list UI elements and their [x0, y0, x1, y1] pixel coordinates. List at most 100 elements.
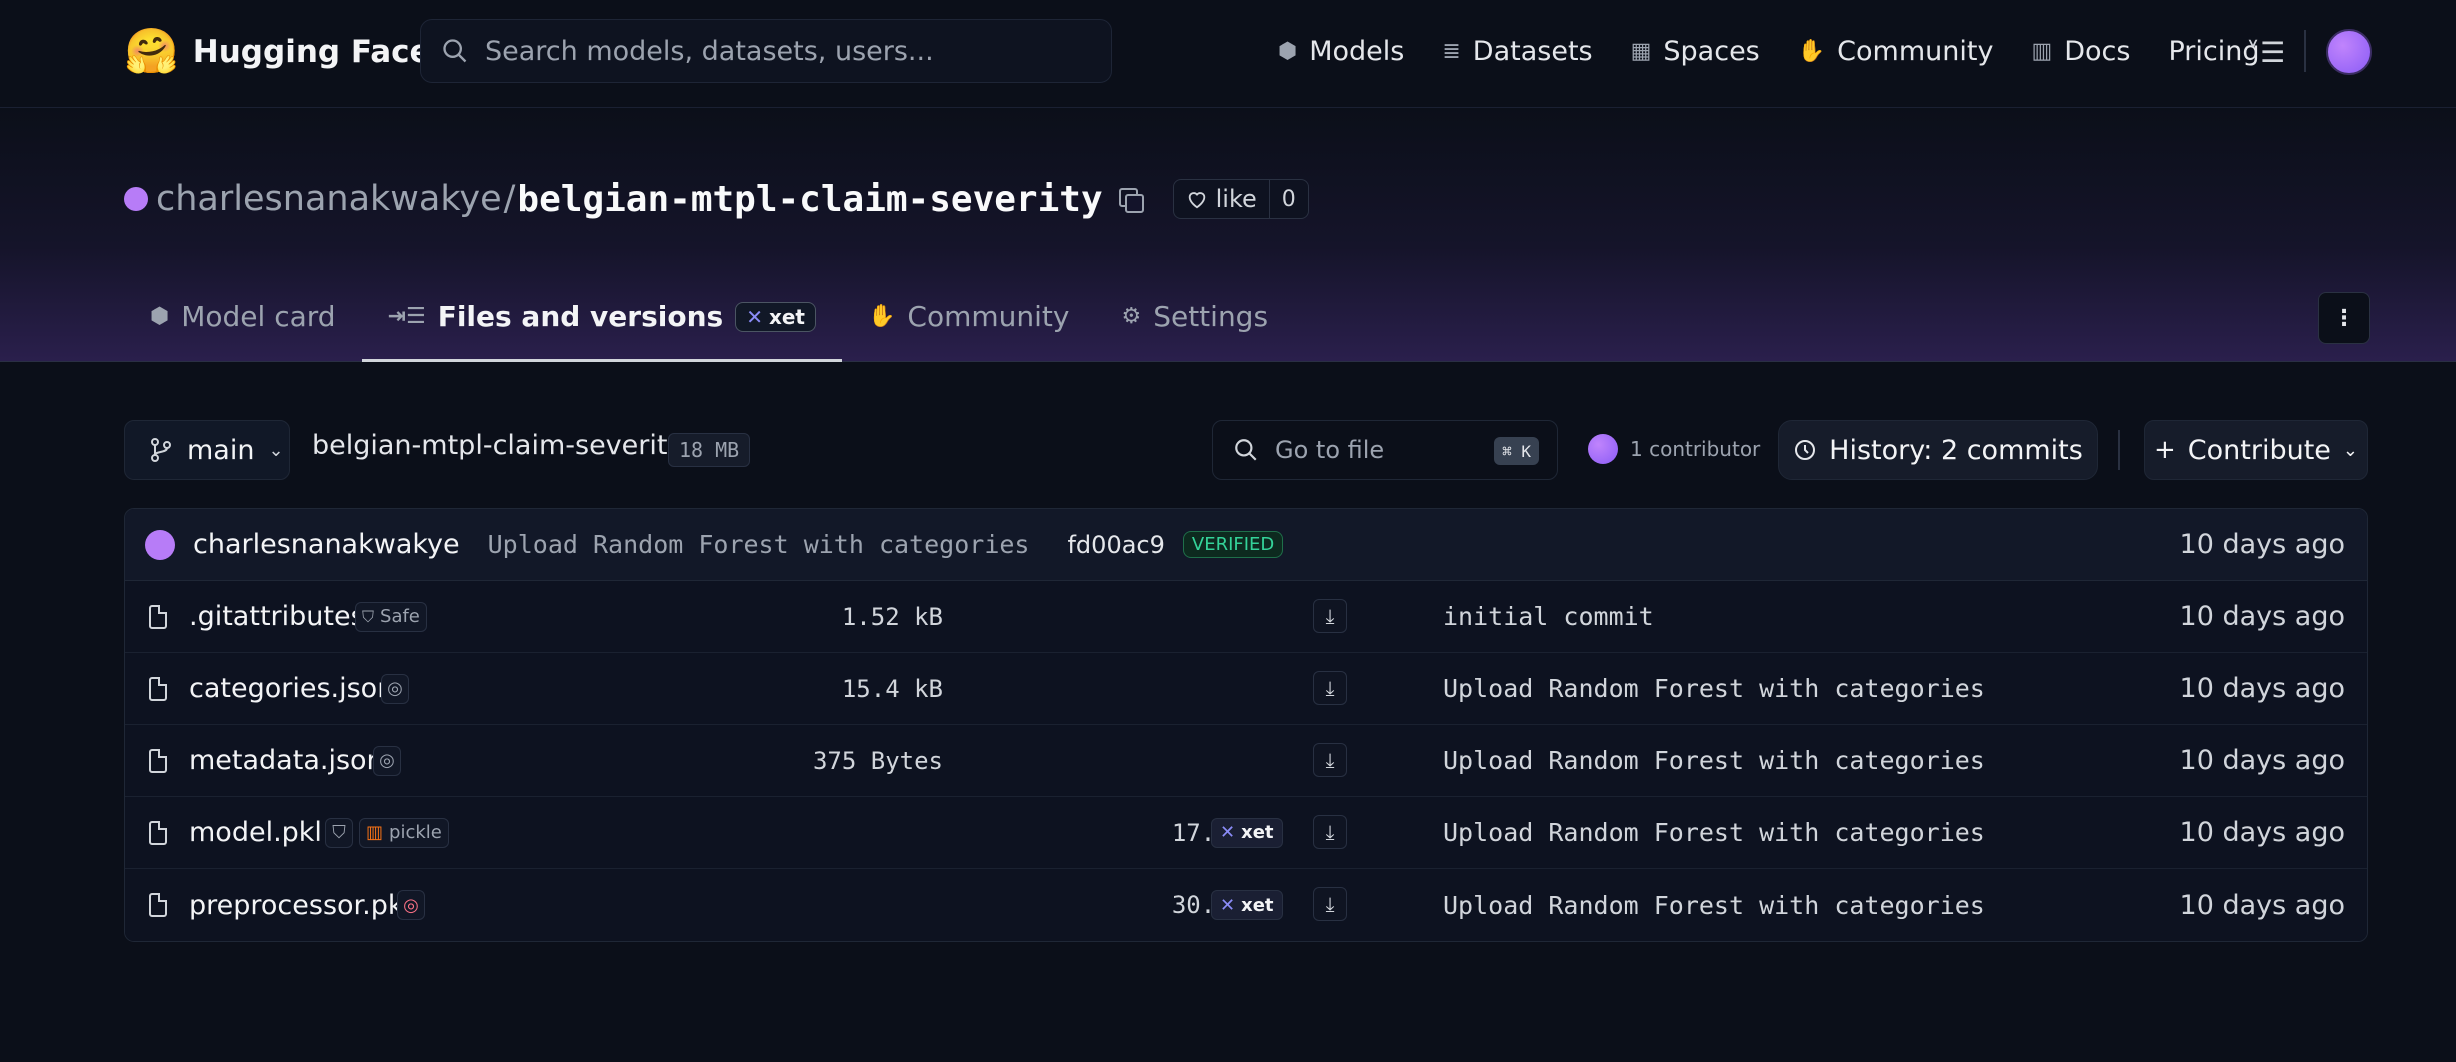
nav-models-label: Models [1309, 35, 1405, 67]
owner-avatar[interactable] [124, 187, 148, 211]
repo-title: charlesnanakwakye / belgian-mtpl-claim-s… [124, 174, 1309, 224]
file-commit-message[interactable]: Upload Random Forest with categories [1443, 746, 1985, 775]
file-row[interactable]: preprocessor.pkl ◎ 30.3 kB ✕xet ⤓ Upload… [125, 869, 2367, 941]
xet-storage-badge: ✕ xet [1211, 890, 1283, 920]
tab-community[interactable]: ✋ Community [842, 292, 1095, 362]
tab-model-card[interactable]: ⬢ Model card [124, 292, 362, 362]
branch-selector[interactable]: main ⌄ [124, 420, 290, 480]
file-commit-message[interactable]: Upload Random Forest with categories [1443, 674, 1985, 703]
nav-links: ⬢ Models ≣ Datasets ▦ Spaces ✋ Community ▥ Do… [1278, 28, 2297, 74]
scan-status-icon[interactable]: ◎ [373, 745, 401, 776]
file-row[interactable]: .gitattributes ⛉ Safe 1.52 kB ⤓ initial c… [125, 581, 2367, 653]
models-icon: ⬢ [1278, 38, 1298, 64]
brand-logo-link[interactable]: 🤗 Hugging Face [124, 26, 431, 78]
xet-label: xet [1241, 894, 1274, 916]
safe-badge[interactable]: ⛉ Safe [355, 601, 427, 632]
xet-icon: ✕ [1220, 822, 1236, 843]
top-navbar: 🤗 Hugging Face ⬢ Models ≣ Datasets ▦ Spaces… [0, 0, 2456, 108]
branch-icon [151, 438, 171, 462]
file-commit-message[interactable]: Upload Random Forest with categories [1443, 818, 1985, 847]
file-name[interactable]: preprocessor.pkl [189, 890, 411, 921]
file-date: 10 days ago [2179, 601, 2345, 632]
file-name[interactable]: model.pkl [189, 817, 322, 848]
pickle-label: pickle [389, 822, 442, 843]
xet-storage-badge: ✕ xet [1211, 817, 1283, 848]
nav-community[interactable]: ✋ Community [1798, 36, 1994, 67]
more-menu-icon[interactable]: ˅☰ [2246, 36, 2285, 69]
tab-model-card-label: Model card [181, 300, 336, 333]
contributors-label: 1 contributor [1630, 437, 1761, 461]
scan-status-icon[interactable]: ◎ [381, 673, 409, 704]
heart-icon [1188, 192, 1205, 209]
download-icon[interactable]: ⤓ [1313, 887, 1347, 921]
contribute-button[interactable]: + Contribute ⌄ [2144, 420, 2368, 480]
download-icon[interactable]: ⤓ [1313, 671, 1347, 705]
shield-icon: ⛉ [362, 606, 375, 626]
verified-badge: VERIFIED [1182, 531, 1284, 558]
file-date: 10 days ago [2179, 673, 2345, 704]
nav-datasets[interactable]: ≣ Datasets [1442, 36, 1592, 67]
nav-models[interactable]: ⬢ Models [1278, 36, 1404, 67]
commit-message[interactable]: Upload Random Forest with categories [488, 530, 1030, 559]
nav-community-label: Community [1837, 35, 1994, 67]
file-row[interactable]: metadata.json ◎ 375 Bytes ⤓ Upload Rando… [125, 725, 2367, 797]
tab-community-label: Community [907, 300, 1070, 333]
download-icon[interactable]: ⤓ [1313, 599, 1347, 633]
file-date: 10 days ago [2179, 817, 2345, 848]
pickle-badge[interactable]: ▥ pickle [359, 817, 449, 848]
commit-hash[interactable]: fd00ac9 [1067, 531, 1164, 559]
brand-name: Hugging Face [192, 34, 431, 70]
file-icon [149, 893, 167, 917]
tab-settings[interactable]: ⚙ Settings [1095, 292, 1294, 362]
file-size: 375 Bytes [812, 746, 943, 775]
like-count[interactable]: 0 [1268, 180, 1308, 218]
pickle-icon: ▥ [366, 822, 384, 843]
shield-icon[interactable]: ⛉ [325, 817, 353, 848]
nav-docs[interactable]: ▥ Docs [2031, 36, 2130, 67]
go-to-file[interactable]: ⌘ K [1212, 420, 1558, 480]
file-commit-message[interactable]: initial commit [1443, 602, 1654, 631]
file-date: 10 days ago [2179, 889, 2345, 921]
file-row[interactable]: categories.json ◎ 15.4 kB ⤓ Upload Rando… [125, 653, 2367, 725]
contributors-link[interactable]: 1 contributor [1588, 434, 1760, 464]
file-name[interactable]: .gitattributes [189, 601, 365, 632]
repo-header: charlesnanakwakye / belgian-mtpl-claim-s… [0, 108, 2456, 362]
last-commit-row: charlesnanakwakye Upload Random Forest w… [125, 509, 2367, 581]
global-search[interactable] [420, 19, 1112, 83]
download-icon[interactable]: ⤓ [1313, 743, 1347, 777]
commit-author-avatar[interactable] [145, 529, 175, 560]
repo-path-separator: / [503, 179, 516, 219]
file-commit-message[interactable]: Upload Random Forest with categories [1443, 891, 1985, 920]
repo-name-link[interactable]: belgian-mtpl-claim-severity [517, 179, 1102, 220]
download-icon[interactable]: ⤓ [1313, 815, 1347, 849]
community-icon: ✋ [1797, 38, 1826, 64]
file-icon [149, 605, 167, 629]
file-size: 15.4 kB [841, 674, 943, 703]
user-avatar[interactable] [2326, 29, 2372, 75]
branch-bar-divider [2118, 430, 2120, 470]
plus-icon: + [2153, 435, 2176, 465]
repo-path[interactable]: belgian-mtpl-claim-severity [312, 430, 683, 461]
docs-icon: ▥ [2031, 38, 2053, 64]
search-icon [1235, 439, 1257, 461]
tab-settings-label: Settings [1153, 300, 1269, 333]
file-name[interactable]: metadata.json [189, 745, 384, 776]
community-icon: ✋ [868, 304, 896, 329]
commit-author[interactable]: charlesnanakwakye [193, 529, 460, 560]
repo-owner-link[interactable]: charlesnanakwakye [156, 179, 502, 219]
file-row[interactable]: model.pkl ⛉ ▥pickle 17.9 MB ✕xet ⤓ Uploa… [125, 797, 2367, 869]
copy-icon[interactable] [1117, 186, 1144, 213]
like-button[interactable]: like 0 [1172, 179, 1309, 219]
more-options-icon[interactable]: ⋮ [2318, 292, 2370, 344]
scan-status-icon[interactable]: ◎ [397, 890, 425, 920]
go-to-file-input[interactable] [1275, 436, 1475, 464]
repo-size-badge: 18 MB [668, 433, 751, 467]
file-table: charlesnanakwakye Upload Random Forest w… [124, 508, 2368, 942]
history-label: History: 2 commits [1829, 434, 2083, 466]
search-input[interactable] [485, 35, 1085, 67]
tab-files-and-versions[interactable]: ⇥☰ Files and versions ✕ xet [361, 292, 842, 362]
nav-spaces[interactable]: ▦ Spaces [1631, 36, 1760, 67]
file-name[interactable]: categories.json [189, 673, 394, 704]
file-icon [149, 677, 167, 701]
history-button[interactable]: History: 2 commits [1778, 420, 2098, 480]
